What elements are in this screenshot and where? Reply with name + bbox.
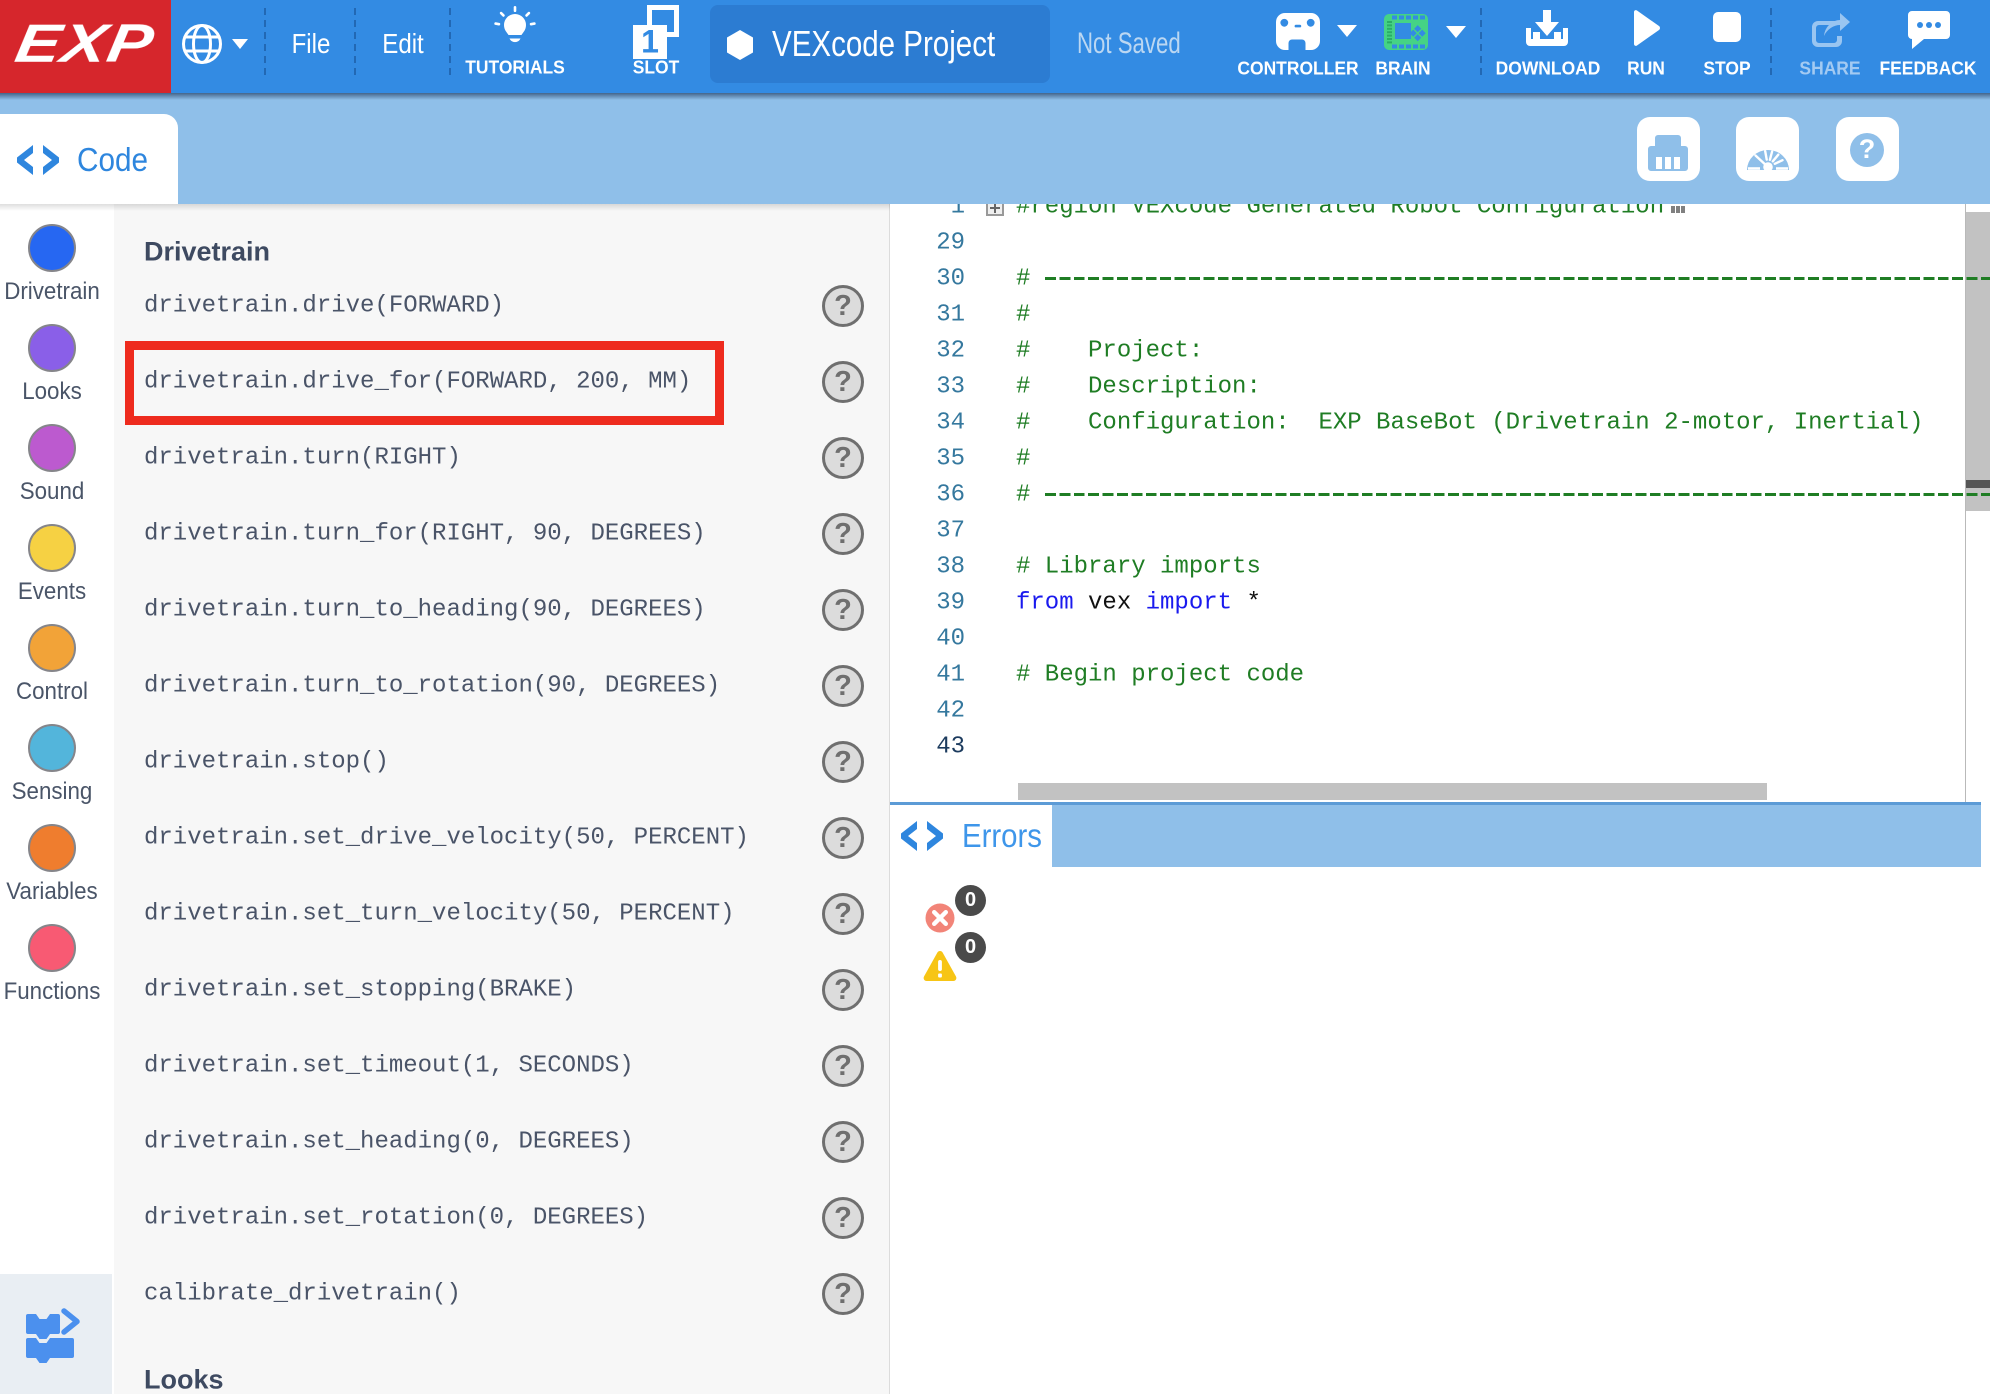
- svg-text:?: ?: [1859, 134, 1876, 164]
